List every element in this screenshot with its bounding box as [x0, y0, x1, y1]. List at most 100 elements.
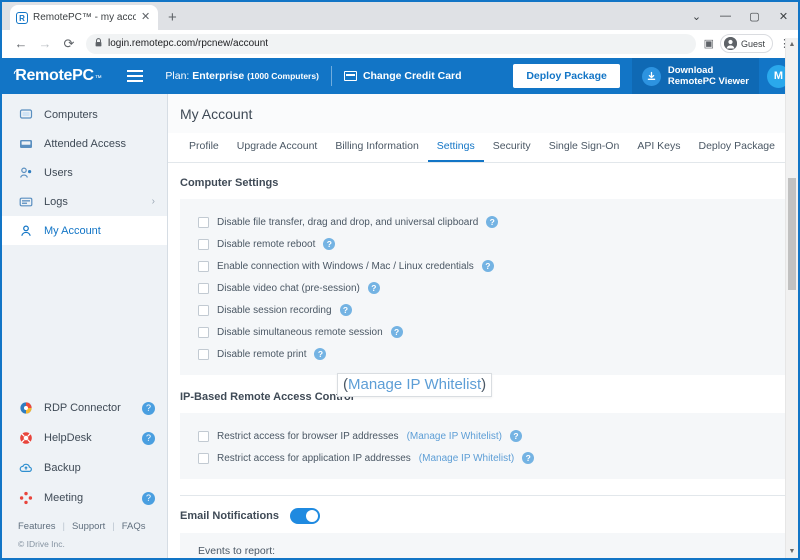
- app-header: ◜ RemotePC ™ Plan: Enterprise (1000 Comput…: [2, 58, 798, 94]
- tab-search-chevron-down-icon[interactable]: ⌄: [682, 2, 711, 30]
- tab-profile[interactable]: Profile: [180, 133, 228, 162]
- checkbox-restrict-browser-ip[interactable]: [198, 430, 209, 442]
- tooltip-text: Manage IP Whitelist: [348, 376, 482, 393]
- sidebar-item-label: Backup: [44, 462, 81, 474]
- help-icon[interactable]: ?: [339, 304, 352, 316]
- help-icon[interactable]: ?: [323, 238, 336, 250]
- manage-ip-whitelist-link[interactable]: (Manage IP Whitelist): [407, 431, 502, 442]
- back-icon[interactable]: ←: [10, 33, 32, 55]
- tab-api-keys[interactable]: API Keys: [628, 133, 689, 162]
- help-icon[interactable]: ?: [390, 326, 403, 338]
- profile-chip[interactable]: Guest: [719, 34, 773, 53]
- help-icon[interactable]: ?: [314, 348, 327, 360]
- address-bar[interactable]: login.remotepc.com/rpcnew/account: [86, 33, 696, 54]
- footer-link-features[interactable]: Features: [18, 521, 56, 532]
- deploy-package-button[interactable]: Deploy Package: [513, 64, 620, 88]
- remotepc-favicon: R: [16, 11, 28, 24]
- hamburger-icon[interactable]: [127, 70, 144, 82]
- scrollbar-thumb[interactable]: [788, 178, 796, 290]
- tab-upgrade-account[interactable]: Upgrade Account: [228, 133, 327, 162]
- sidebar-item-my-account[interactable]: My Account: [2, 216, 167, 245]
- help-icon[interactable]: ?: [142, 491, 155, 505]
- email-notifications-toggle[interactable]: [290, 508, 321, 524]
- checkbox-disable-file-transfer[interactable]: [198, 216, 209, 228]
- sidebar-item-helpdesk[interactable]: HelpDesk ?: [2, 423, 167, 453]
- checkbox-disable-video-chat[interactable]: [198, 282, 209, 294]
- maximize-icon[interactable]: ▢: [740, 2, 769, 30]
- page-scrollbar[interactable]: ▲ ▼: [785, 38, 798, 558]
- download-line-1: Download: [667, 64, 714, 76]
- option-row[interactable]: Disable remote print ?: [180, 343, 786, 365]
- profile-label: Guest: [740, 38, 765, 49]
- scroll-up-icon[interactable]: ▲: [786, 38, 798, 51]
- download-viewer-button[interactable]: Download RemotePC Viewer: [631, 58, 759, 94]
- settings-content: Computer Settings Disable file transfer,…: [168, 177, 798, 558]
- help-icon[interactable]: ?: [509, 430, 522, 442]
- minimize-icon[interactable]: —: [711, 2, 740, 30]
- tab-deploy-package[interactable]: Deploy Package: [690, 133, 784, 162]
- checkbox-restrict-application-ip[interactable]: [198, 452, 209, 464]
- option-row[interactable]: Restrict access for application IP addre…: [180, 447, 786, 469]
- browser-tab[interactable]: R RemotePC™ - my account inform ✕: [10, 5, 158, 30]
- footer-links: Features | Support | FAQs: [18, 521, 167, 532]
- sidebar-item-meeting[interactable]: Meeting ?: [2, 483, 167, 513]
- sidebar-item-users[interactable]: Users: [2, 158, 167, 187]
- chevron-right-icon[interactable]: ›: [152, 196, 155, 207]
- checkbox-enable-os-credentials[interactable]: [198, 260, 209, 272]
- option-row[interactable]: Disable file transfer, drag and drop, an…: [180, 211, 786, 233]
- tab-settings[interactable]: Settings: [427, 133, 484, 162]
- option-label: Disable video chat (pre-session): [217, 282, 360, 294]
- sidebar-item-attended-access[interactable]: Attended Access: [2, 129, 167, 158]
- help-icon[interactable]: ?: [142, 401, 155, 415]
- help-icon[interactable]: ?: [522, 452, 535, 464]
- option-row[interactable]: Disable remote reboot ?: [180, 233, 786, 255]
- logo-swoosh-icon: ◜: [14, 68, 18, 78]
- tab-security[interactable]: Security: [484, 133, 540, 162]
- close-window-icon[interactable]: ✕: [769, 2, 798, 30]
- checkbox-disable-remote-print[interactable]: [198, 348, 209, 360]
- option-label: Restrict access for application IP addre…: [217, 452, 411, 464]
- footer-link-faqs[interactable]: FAQs: [122, 521, 146, 532]
- sidebar-item-rdp-connector[interactable]: RDP Connector ?: [2, 393, 167, 423]
- checkbox-disable-remote-reboot[interactable]: [198, 238, 209, 250]
- browser-window: R RemotePC™ - my account inform ✕ + ⌄ — …: [0, 0, 800, 560]
- main-content: My Account Profile Upgrade Account Billi…: [168, 94, 798, 558]
- checkbox-disable-simultaneous-session[interactable]: [198, 326, 209, 338]
- help-icon[interactable]: ?: [367, 282, 380, 294]
- footer-link-support[interactable]: Support: [72, 521, 105, 532]
- forward-icon[interactable]: →: [34, 33, 56, 55]
- sidebar-item-label: HelpDesk: [44, 432, 92, 444]
- help-icon[interactable]: ?: [481, 260, 494, 272]
- sidebar-item-logs[interactable]: Logs ›: [2, 187, 167, 216]
- option-row[interactable]: Disable video chat (pre-session) ?: [180, 277, 786, 299]
- split-view-icon[interactable]: ▣: [704, 37, 714, 50]
- section-divider: [180, 495, 786, 496]
- option-row[interactable]: Disable simultaneous remote session ?: [180, 321, 786, 343]
- tab-single-sign-on[interactable]: Single Sign-On: [540, 133, 629, 162]
- sidebar-item-label: RDP Connector: [44, 402, 121, 414]
- new-tab-button[interactable]: +: [168, 10, 177, 25]
- close-tab-icon[interactable]: ✕: [141, 12, 152, 23]
- manage-ip-whitelist-link[interactable]: (Manage IP Whitelist): [419, 453, 514, 464]
- reload-icon[interactable]: ⟳: [58, 33, 80, 55]
- option-row[interactable]: Disable session recording ?: [180, 299, 786, 321]
- backup-cloud-icon: [18, 461, 33, 475]
- toggle-knob: [306, 510, 319, 522]
- sidebar-item-computers[interactable]: Computers: [2, 100, 167, 129]
- option-row[interactable]: Enable connection with Windows / Mac / L…: [180, 255, 786, 277]
- help-icon[interactable]: ?: [486, 216, 499, 228]
- page-title: My Account: [168, 94, 798, 133]
- checkbox-disable-session-recording[interactable]: [198, 304, 209, 316]
- option-label: Disable file transfer, drag and drop, an…: [217, 216, 479, 228]
- lock-icon: [95, 38, 102, 49]
- sidebar-item-backup[interactable]: Backup: [2, 453, 167, 483]
- plan-prefix: Plan:: [165, 70, 190, 82]
- scroll-down-icon[interactable]: ▼: [786, 545, 798, 558]
- computer-settings-panel: Disable file transfer, drag and drop, an…: [180, 199, 786, 375]
- option-row[interactable]: Restrict access for browser IP addresses…: [180, 425, 786, 447]
- help-icon[interactable]: ?: [142, 431, 155, 445]
- remotepc-logo[interactable]: ◜ RemotePC ™: [2, 67, 102, 85]
- sidebar-item-label: Attended Access: [44, 137, 126, 150]
- change-credit-card-link[interactable]: Change Credit Card: [343, 70, 462, 82]
- tab-billing-information[interactable]: Billing Information: [326, 133, 427, 162]
